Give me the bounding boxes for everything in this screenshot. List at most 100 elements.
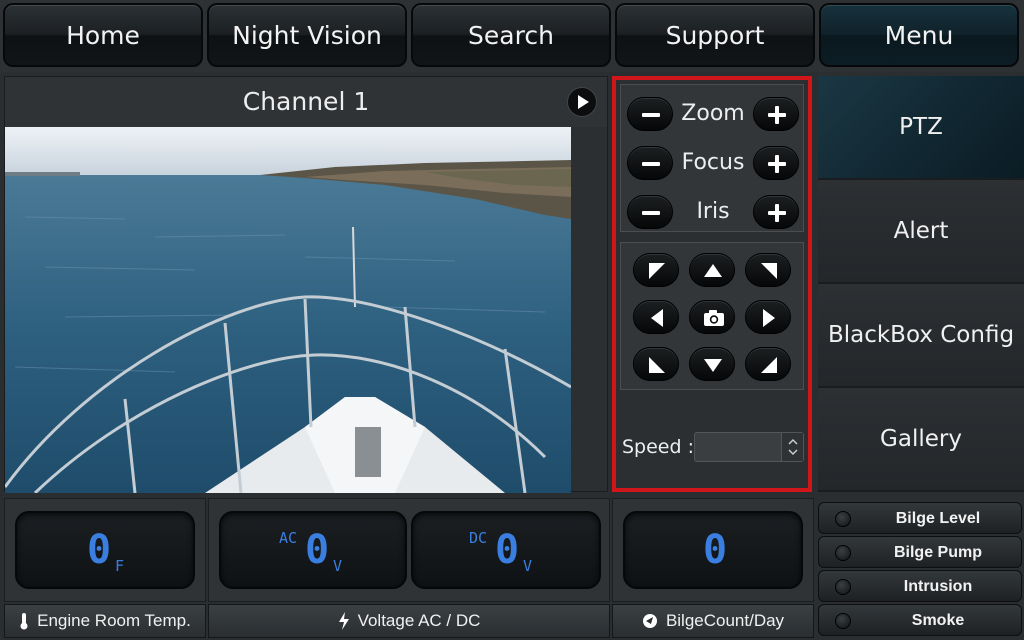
- intrusion-led: [835, 579, 851, 595]
- pan-left-button[interactable]: [633, 300, 679, 334]
- search-button[interactable]: Search: [411, 3, 611, 67]
- bilge-count-caption: BilgeCount/Day: [612, 604, 814, 638]
- lightning-icon: [338, 612, 349, 630]
- status-smoke: Smoke: [818, 604, 1022, 636]
- tilt-down-button[interactable]: [689, 347, 735, 381]
- bilge-pump-label: Bilge Pump: [893, 544, 982, 561]
- night-vision-button[interactable]: Night Vision: [207, 3, 407, 67]
- side-menu-ptz[interactable]: PTZ: [818, 76, 1024, 180]
- pan-down-left-button[interactable]: [633, 347, 679, 381]
- pan-up-right-button[interactable]: [745, 253, 791, 287]
- search-button-label: Search: [468, 20, 554, 50]
- bilge-count-caption-text: BilgeCount/Day: [665, 611, 785, 630]
- focus-label: Focus: [681, 150, 745, 175]
- plus-icon-vertical: [775, 155, 779, 173]
- voltage-dc-value: 0: [495, 527, 520, 573]
- voltage-ac-display: AC 0 V: [219, 511, 407, 589]
- home-button[interactable]: Home: [3, 3, 203, 67]
- zoom-row: Zoom: [627, 93, 799, 133]
- arrow-right-icon: [763, 309, 775, 327]
- channel-title: Channel 1: [242, 87, 370, 116]
- thermometer-icon: [20, 613, 28, 630]
- arrow-up-icon: [704, 264, 722, 277]
- pan-right-button[interactable]: [745, 300, 791, 334]
- arrow-down-icon: [704, 359, 722, 372]
- speed-spinner[interactable]: [781, 433, 803, 461]
- play-button[interactable]: [567, 87, 597, 117]
- arrow-up-left-icon: [649, 263, 665, 279]
- boat-bow-view-image: [5, 127, 571, 493]
- camera-icon: [704, 310, 724, 326]
- engine-temp-display: 0 F: [15, 511, 195, 589]
- iris-plus-button[interactable]: [753, 195, 799, 229]
- bilge-count-display: 0: [623, 511, 803, 589]
- intrusion-label: Intrusion: [903, 578, 973, 595]
- side-menu-alert[interactable]: Alert: [818, 180, 1024, 284]
- support-button[interactable]: Support: [615, 3, 815, 67]
- voltage-caption: Voltage AC / DC: [208, 604, 610, 638]
- voltage-ac-unit: V: [333, 557, 343, 575]
- voltage-ac-value: 0: [305, 527, 330, 573]
- night-vision-button-label: Night Vision: [232, 20, 382, 50]
- play-icon: [578, 95, 589, 109]
- pan-up-left-button[interactable]: [633, 253, 679, 287]
- channel-bar: Channel 1: [5, 77, 607, 127]
- home-button-label: Home: [66, 20, 140, 50]
- engine-temp-caption-text: Engine Room Temp.: [37, 611, 191, 630]
- iris-minus-button[interactable]: [627, 195, 673, 229]
- bilge-level-label: Bilge Level: [895, 510, 981, 527]
- minus-icon: [642, 113, 660, 117]
- tilt-up-button[interactable]: [689, 253, 735, 287]
- status-bilge-level: Bilge Level: [818, 502, 1022, 534]
- snapshot-button[interactable]: [689, 300, 735, 334]
- side-menu: PTZ Alert BlackBox Config Gallery: [818, 72, 1024, 492]
- camera-feed[interactable]: [5, 127, 571, 493]
- spinner-arrows-icon: [788, 438, 798, 456]
- support-button-label: Support: [665, 20, 765, 50]
- speed-input[interactable]: [694, 432, 804, 462]
- side-menu-gallery[interactable]: Gallery: [818, 388, 1024, 492]
- voltage-caption-text: Voltage AC / DC: [357, 611, 481, 630]
- ptz-control-panel: Zoom Focus Iris Speed:: [612, 76, 812, 492]
- voltage-dc-display: DC 0 V: [411, 511, 601, 589]
- arrow-left-icon: [651, 309, 663, 327]
- focus-minus-button[interactable]: [627, 146, 673, 180]
- plus-icon-vertical: [775, 106, 779, 124]
- voltage-dc-prefix: DC: [469, 529, 488, 547]
- focus-plus-button[interactable]: [753, 146, 799, 180]
- pan-down-right-button[interactable]: [745, 347, 791, 381]
- menu-button-label: Menu: [884, 20, 954, 50]
- menu-button[interactable]: Menu: [819, 3, 1019, 67]
- bilge-level-led: [835, 511, 851, 527]
- top-navigation: Home Night Vision Search Support Menu: [0, 0, 1024, 72]
- direction-pad: [620, 242, 804, 390]
- zoom-out-button[interactable]: [627, 97, 673, 131]
- voltage-gauge: AC 0 V DC 0 V: [208, 498, 610, 602]
- side-menu-ptz-label: PTZ: [899, 114, 943, 140]
- minus-icon: [642, 211, 660, 215]
- side-menu-blackbox-config-label: BlackBox Config: [827, 322, 1015, 348]
- side-menu-gallery-label: Gallery: [880, 426, 962, 452]
- speed-label: Speed :: [622, 436, 695, 458]
- engine-temp-value: 0: [87, 527, 112, 573]
- zoom-label: Zoom: [681, 101, 745, 126]
- voltage-dc-unit: V: [523, 557, 533, 575]
- bilge-pump-led: [835, 545, 851, 561]
- iris-label: Iris: [696, 199, 730, 224]
- video-panel: Channel 1: [4, 76, 608, 493]
- smoke-led: [835, 613, 851, 629]
- iris-row: Iris: [627, 191, 799, 231]
- status-intrusion: Intrusion: [818, 570, 1022, 602]
- arrow-down-left-icon: [649, 357, 665, 373]
- side-menu-alert-label: Alert: [893, 218, 949, 244]
- plus-icon-vertical: [775, 204, 779, 222]
- voltage-ac-prefix: AC: [279, 529, 298, 547]
- gauge-icon: [642, 614, 657, 628]
- smoke-label: Smoke: [911, 612, 965, 629]
- side-menu-blackbox-config[interactable]: BlackBox Config: [818, 284, 1024, 388]
- arrow-down-right-icon: [761, 357, 777, 373]
- zoom-in-button[interactable]: [753, 97, 799, 131]
- engine-temp-unit: F: [115, 557, 125, 575]
- status-bilge-pump: Bilge Pump: [818, 536, 1022, 568]
- bilge-count-gauge: 0: [612, 498, 814, 602]
